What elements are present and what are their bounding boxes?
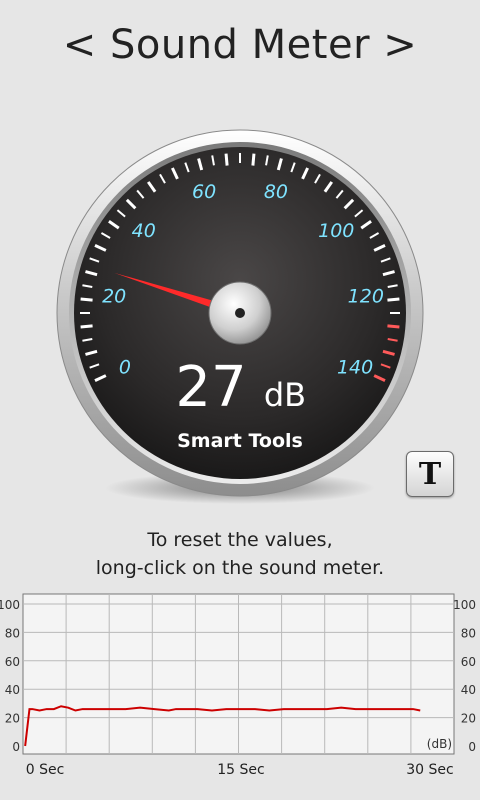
chart-x-axis: 0 Sec 15 Sec 30 Sec	[26, 762, 454, 778]
decibel-reading-value: 27	[175, 355, 246, 420]
gauge-tick	[80, 297, 93, 302]
chart-unit-label: (dB)	[427, 737, 452, 751]
gauge-danger-tick	[387, 324, 400, 329]
previous-tool-arrow[interactable]: <	[63, 22, 97, 68]
chart-y-tick-left: 0	[12, 740, 20, 754]
chart-y-tick-right: 40	[461, 683, 476, 697]
gauge-tick	[80, 324, 93, 329]
text-mode-button[interactable]: T	[406, 451, 454, 497]
gauge-tick	[251, 153, 256, 166]
chart-x-tick: 0 Sec	[26, 762, 65, 778]
gauge-scale-label: 0	[119, 357, 131, 379]
reset-hint-line-2: long-click on the sound meter.	[95, 557, 385, 579]
gauge-hub-pin	[235, 308, 245, 318]
chart-y-axis-left: 100 80 60 40 20 0	[0, 598, 20, 754]
gauge-scale-label: 80	[264, 181, 288, 203]
brand-label: Smart Tools	[177, 430, 303, 452]
chart-y-axis-right: 100 80 60 40 20 0	[453, 598, 476, 754]
gauge-tick	[387, 297, 400, 302]
chart-y-tick-left: 100	[0, 598, 20, 612]
gauge-scale-label: 60	[192, 181, 216, 203]
chart-y-tick-left: 40	[5, 683, 20, 697]
gauge-scale-label: 120	[348, 286, 384, 308]
next-tool-arrow[interactable]: >	[383, 22, 417, 68]
chart-y-tick-left: 20	[5, 712, 20, 726]
decibel-reading-unit: dB	[264, 376, 306, 414]
page-title: Sound Meter	[109, 22, 371, 68]
gauge-tick	[224, 153, 229, 166]
reset-hint-line-1: To reset the values,	[147, 529, 333, 551]
chart-y-tick-right: 60	[461, 655, 476, 669]
chart-x-tick: 30 Sec	[406, 762, 453, 778]
chart-y-tick-right: 100	[453, 598, 476, 612]
chart-y-tick-left: 60	[5, 655, 20, 669]
chart-y-tick-right: 20	[461, 712, 476, 726]
decibel-history-chart: 100 80 60 40 20 0 100 80 60 40 20 0 0 Sec 15 Sec 30 …	[0, 593, 476, 778]
reset-hint: To reset the values, long-click on the s…	[0, 526, 480, 582]
chart-y-tick-right: 0	[468, 740, 476, 754]
chart-x-tick: 15 Sec	[217, 762, 264, 778]
chart-y-tick-left: 80	[5, 626, 20, 640]
app-title-bar: < Sound Meter >	[0, 22, 480, 68]
gauge-scale-label: 40	[132, 220, 156, 242]
gauge-scale-label: 100	[318, 220, 354, 242]
gauge-scale-label: 140	[337, 357, 373, 379]
sound-meter-gauge[interactable]: 0 20 40 60 80 100 120 140 27 dB Smart Tools	[0, 118, 480, 508]
gauge-scale-label: 20	[102, 286, 126, 308]
chart-y-tick-right: 80	[461, 626, 476, 640]
